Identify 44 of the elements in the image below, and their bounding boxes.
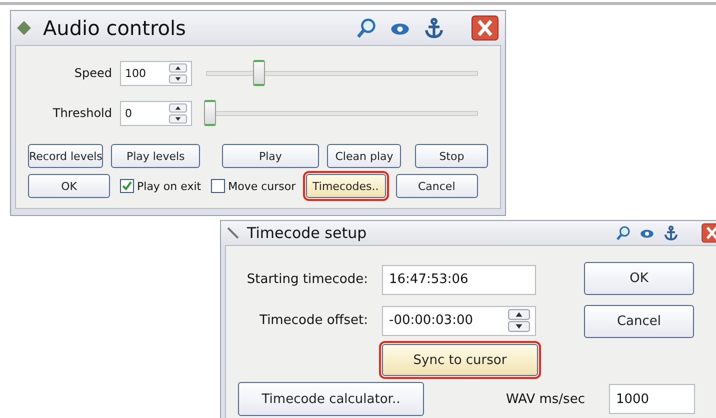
diamond-icon [17, 21, 31, 35]
number-field[interactable]: 0 [120, 100, 192, 126]
push-button[interactable]: OK [584, 262, 694, 295]
window-title: Audio controls [43, 16, 187, 40]
spin-up-button[interactable] [169, 102, 187, 112]
field-label: Starting timecode: [246, 272, 368, 287]
push-button[interactable]: Play levels [111, 144, 200, 168]
checkbox[interactable] [120, 179, 134, 193]
push-button[interactable]: Timecodes.. [306, 174, 386, 198]
slider-thumb[interactable] [204, 100, 216, 126]
search-icon[interactable] [615, 225, 631, 241]
push-button[interactable]: Record levels [28, 144, 104, 168]
number-field[interactable]: 100 [120, 60, 192, 86]
checkbox-label[interactable]: Move cursor [228, 180, 296, 192]
timecode-field[interactable]: 16:47:53:06 [382, 264, 536, 294]
close-icon[interactable] [471, 15, 499, 41]
field-label: Timecode offset: [258, 313, 368, 328]
spin-down-button[interactable] [169, 114, 187, 124]
slider-track[interactable] [206, 99, 478, 127]
push-button[interactable]: Play [222, 144, 320, 168]
spin-up-button[interactable] [507, 309, 531, 320]
slider-label: Speed [73, 66, 113, 80]
push-button[interactable]: OK [28, 174, 110, 198]
calculator-button[interactable]: Timecode calculator.. [238, 382, 424, 416]
search-icon[interactable] [355, 17, 377, 39]
sync-button[interactable]: Sync to cursor [382, 344, 538, 376]
spin-up-button[interactable] [169, 62, 187, 72]
anchor-icon[interactable] [423, 17, 445, 39]
push-button[interactable]: Stop [415, 144, 488, 168]
spin-down-button[interactable] [507, 321, 531, 332]
checkbox[interactable] [211, 179, 226, 193]
checkbox-label[interactable]: Play on exit [137, 180, 202, 192]
anchor-icon[interactable] [663, 225, 679, 241]
slider-label: Threshold [52, 106, 113, 120]
slider-track[interactable] [206, 59, 478, 87]
push-button[interactable]: Cancel [396, 174, 478, 198]
wav-field[interactable]: 1000 [608, 384, 695, 414]
field-label: WAV ms/sec [506, 392, 585, 406]
window-title: Timecode setup [247, 224, 368, 242]
spin-down-button[interactable] [169, 74, 187, 84]
slider-thumb[interactable] [252, 60, 265, 86]
timecode-field[interactable]: -00:00:03:00 [382, 306, 536, 336]
push-button[interactable]: Clean play [327, 144, 402, 168]
push-button[interactable]: Cancel [584, 305, 694, 338]
